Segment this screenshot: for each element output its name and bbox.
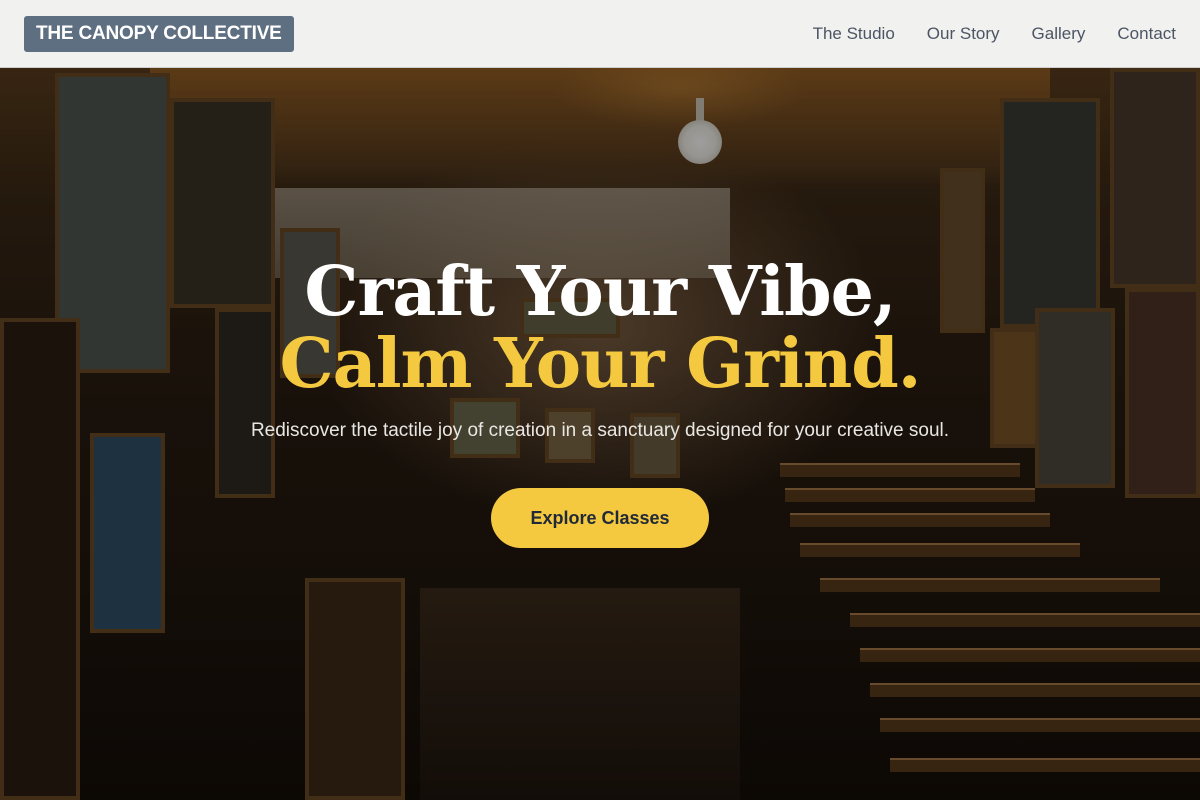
hero-content: Craft Your Vibe, Calm Your Grind. Redisc… — [0, 68, 1200, 800]
nav-link-contact[interactable]: Contact — [1117, 24, 1176, 44]
hero-headline-line1: Craft Your Vibe, — [304, 252, 896, 332]
hero-headline-line2: Calm Your Grind. — [279, 324, 922, 404]
nav-link-gallery[interactable]: Gallery — [1032, 24, 1086, 44]
explore-classes-button[interactable]: Explore Classes — [491, 488, 709, 548]
site-header: THE CANOPY COLLECTIVE The Studio Our Sto… — [0, 0, 1200, 68]
hero-subtitle: Rediscover the tactile joy of creation i… — [250, 420, 950, 441]
main-nav: The Studio Our Story Gallery Contact — [813, 0, 1176, 68]
nav-link-our-story[interactable]: Our Story — [927, 24, 1000, 44]
site-logo[interactable]: THE CANOPY COLLECTIVE — [24, 16, 294, 52]
nav-link-the-studio[interactable]: The Studio — [813, 24, 895, 44]
